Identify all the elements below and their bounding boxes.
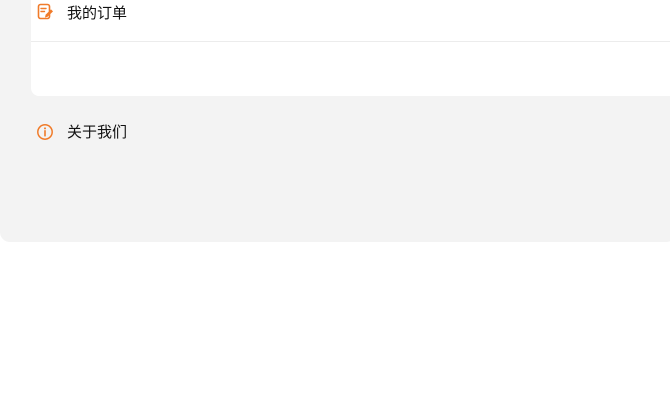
menu-item-about-us[interactable]: 关于我们 [31,42,670,141]
menu-item-my-orders[interactable]: 我的订单 [31,0,670,41]
menu-card: 我的订单 关于我们 [31,0,670,141]
order-edit-icon [36,3,54,21]
app-panel: 我的订单 关于我们 [0,0,670,242]
menu-item-label: 我的订单 [67,4,128,22]
menu-item-label: 关于我们 [67,123,128,141]
page: 我的订单 关于我们 [0,0,670,415]
info-circle-icon [36,123,54,141]
